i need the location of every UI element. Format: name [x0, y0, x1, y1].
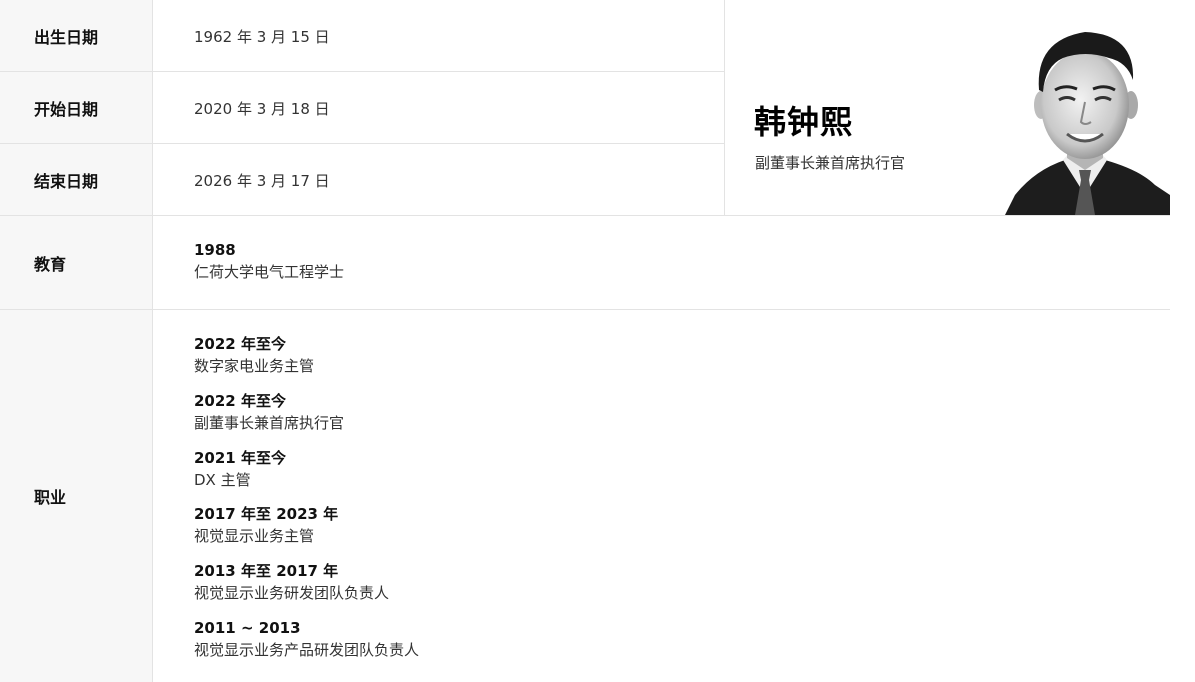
- career-period: 2022 年至今: [194, 392, 286, 410]
- career-period: 2013 年至 2017 年: [194, 562, 339, 580]
- career-role: 视觉显示业务研发团队负责人: [194, 584, 390, 602]
- career-item: 2022 年至今 副董事长兼首席执行官: [194, 390, 344, 434]
- row-divider: [0, 143, 724, 144]
- birth-date-label-text: 出生日期: [34, 28, 99, 47]
- birth-date-value: 1962 年 3 月 15 日: [154, 0, 330, 72]
- row-divider: [0, 309, 1170, 310]
- birth-date-value-text: 1962 年 3 月 15 日: [194, 27, 330, 46]
- start-date-value: 2020 年 3 月 18 日: [154, 72, 330, 144]
- career-period: 2021 年至今: [194, 449, 286, 467]
- profile-title: 副董事长兼首席执行官: [755, 154, 906, 172]
- career-label: 职业: [0, 310, 153, 682]
- end-date-value-text: 2026 年 3 月 17 日: [194, 171, 330, 190]
- education-year: 1988: [194, 241, 236, 259]
- career-role: 副董事长兼首席执行官: [194, 414, 345, 432]
- career-item: 2017 年至 2023 年 视觉显示业务主管: [194, 503, 338, 547]
- profile-divider: [724, 0, 725, 216]
- career-item: 2011 ~ 2013 视觉显示业务产品研发团队负责人: [194, 617, 419, 661]
- end-date-value: 2026 年 3 月 17 日: [154, 144, 330, 216]
- career-role: DX 主管: [194, 471, 251, 489]
- career-role: 视觉显示业务产品研发团队负责人: [194, 641, 420, 659]
- career-role: 视觉显示业务主管: [194, 527, 315, 545]
- career-item: 2013 年至 2017 年 视觉显示业务研发团队负责人: [194, 560, 389, 604]
- career-role: 数字家电业务主管: [194, 357, 315, 375]
- end-date-label-text: 结束日期: [34, 172, 99, 191]
- birth-date-label: 出生日期: [0, 0, 153, 72]
- profile-photo: [1005, 20, 1170, 215]
- career-item: 2021 年至今 DX 主管: [194, 447, 286, 491]
- career-period: 2011 ~ 2013: [194, 619, 301, 637]
- education-entry: 1988 仁荷大学电气工程学士: [194, 239, 344, 283]
- end-date-label: 结束日期: [0, 144, 153, 216]
- career-label-text: 职业: [34, 488, 67, 507]
- start-date-label: 开始日期: [0, 72, 153, 144]
- start-date-label-text: 开始日期: [34, 100, 99, 119]
- profile-name: 韩钟熙: [754, 103, 854, 141]
- career-item: 2022 年至今 数字家电业务主管: [194, 333, 314, 377]
- education-label-text: 教育: [34, 255, 67, 274]
- start-date-value-text: 2020 年 3 月 18 日: [194, 99, 330, 118]
- row-divider: [0, 71, 724, 72]
- row-divider: [0, 215, 1170, 216]
- career-period: 2017 年至 2023 年: [194, 505, 339, 523]
- education-degree: 仁荷大学电气工程学士: [194, 263, 345, 281]
- profile-table: 出生日期 1962 年 3 月 15 日 开始日期 2020 年 3 月 18 …: [0, 0, 1170, 682]
- career-period: 2022 年至今: [194, 335, 286, 353]
- education-label: 教育: [0, 216, 153, 310]
